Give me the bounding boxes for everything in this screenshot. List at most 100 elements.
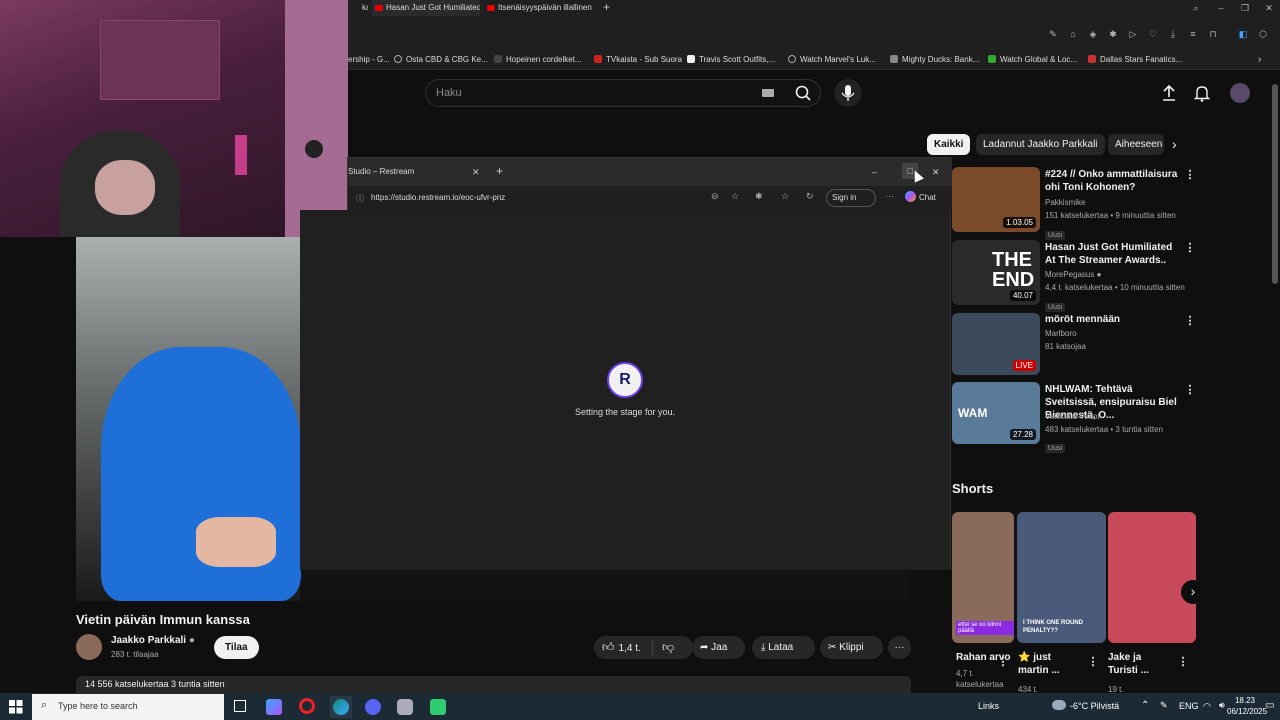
clock-date[interactable]: 06/12/2025 xyxy=(1227,707,1267,716)
taskbar-search-input[interactable]: Type here to search xyxy=(58,701,138,711)
bookmark-item[interactable]: Travis Scott Outfits,... xyxy=(687,50,775,70)
rec-thumbnail[interactable]: 1.03.05 xyxy=(952,167,1040,232)
info-icon[interactable]: ⓘ xyxy=(356,193,364,204)
more-icon[interactable]: ⋮ xyxy=(1177,655,1189,668)
zoom-icon[interactable]: ⊖ xyxy=(711,191,719,202)
search-input[interactable]: Haku xyxy=(436,80,462,106)
home-icon[interactable]: ⌂ xyxy=(1068,29,1078,39)
search-button[interactable] xyxy=(787,79,821,107)
opera-icon[interactable] xyxy=(299,698,315,714)
pen-icon[interactable]: ✎ xyxy=(1160,700,1168,711)
download-icon[interactable]: ⤓ xyxy=(1168,29,1178,39)
download-button[interactable]: ⤓ Lataa xyxy=(752,636,815,659)
short-title[interactable]: ⭐ just martin ... xyxy=(1018,651,1078,677)
browser-tab[interactable]: ka xyxy=(348,0,368,16)
taskbar-search[interactable]: ⌕ Type here to search xyxy=(32,694,224,720)
task-view-icon[interactable] xyxy=(234,700,246,712)
close-icon[interactable]: ✕ xyxy=(1264,3,1274,13)
short-title[interactable]: Jake ja Turisti ... xyxy=(1108,651,1168,677)
volume-icon[interactable]: 🔊︎ xyxy=(1219,700,1225,711)
upload-button[interactable] xyxy=(1160,84,1178,102)
new-tab-button[interactable]: + xyxy=(603,0,610,15)
close-tab-icon[interactable]: ✕ xyxy=(472,164,480,180)
start-button[interactable] xyxy=(9,700,23,714)
extension-icon[interactable]: ✱ xyxy=(755,191,763,202)
like-button[interactable]: 👍︎ 1,4 t. xyxy=(602,636,641,660)
bookmark-item[interactable]: Osta CBD & CBG Ke... xyxy=(394,50,488,70)
rec-channel[interactable]: Veikkaus Vedot xyxy=(1045,410,1100,423)
short-thumbnail[interactable] xyxy=(1108,512,1196,643)
play-icon[interactable]: ▷ xyxy=(1128,29,1138,39)
clip-button[interactable]: ✂ Klippi xyxy=(820,636,883,659)
short-thumbnail[interactable]: I THINK ONE ROUND PENALTY?? xyxy=(1017,512,1106,643)
close-window-icon[interactable]: ✕ xyxy=(932,164,940,180)
new-tab-icon[interactable]: + xyxy=(496,163,503,179)
network-icon[interactable]: ◠ xyxy=(1203,701,1211,712)
bookmark-item[interactable]: Mighty Ducks: Bank... xyxy=(890,50,979,70)
edge-taskbar-item[interactable] xyxy=(330,696,352,718)
rec-channel[interactable]: Pakkismike xyxy=(1045,196,1085,209)
more-icon[interactable]: ⋮ xyxy=(1184,241,1196,254)
keyboard-icon[interactable] xyxy=(762,89,774,97)
restore-icon[interactable]: ❐ xyxy=(1240,3,1250,13)
notifications-button[interactable] xyxy=(1193,84,1211,102)
chip-ladannut[interactable]: Ladannut Jaakko Parkkali xyxy=(976,134,1105,155)
channel-avatar[interactable] xyxy=(76,634,102,660)
rec-thumbnail[interactable]: THE END 40.07 xyxy=(952,240,1040,305)
extension-icon[interactable]: ✱ xyxy=(1108,29,1118,39)
search-bar[interactable]: Haku xyxy=(425,79,821,107)
app-green-icon[interactable] xyxy=(430,699,446,715)
voice-search-button[interactable] xyxy=(834,79,862,107)
bookmark-item[interactable]: Dallas Stars Fanatics... xyxy=(1088,50,1182,70)
browser-tab-hasan[interactable]: Hasan Just Got Humiliated xyxy=(372,0,480,16)
chevron-right-icon[interactable]: › xyxy=(1181,580,1205,604)
channel-name[interactable]: Jaakko Parkkali ● xyxy=(111,635,195,646)
more-actions-button[interactable]: ··· xyxy=(888,636,911,659)
short-thumbnail[interactable]: ettei se oo kiinni päällä xyxy=(952,512,1014,643)
menu-icon[interactable]: ≡ xyxy=(1188,29,1198,39)
subscribe-button[interactable]: Tilaa xyxy=(214,636,259,659)
rec-thumbnail[interactable]: WAM 27.28 xyxy=(952,382,1040,444)
edit-icon[interactable]: ✎ xyxy=(1048,29,1058,39)
more-icon[interactable]: ⋮ xyxy=(1087,655,1099,668)
rec-title[interactable]: #224 // Onko ammattilaisura ohi Toni Koh… xyxy=(1045,168,1180,194)
weather-widget[interactable]: -6°C Pilvistä xyxy=(1070,701,1119,711)
bookmark-item[interactable]: ership - G... xyxy=(348,50,390,70)
description-box[interactable]: 14 556 katselukertaa 3 tuntia sitten xyxy=(76,676,911,693)
rec-title[interactable]: möröt mennään xyxy=(1045,313,1180,326)
bookmark-item[interactable]: Watch Global & Loc... xyxy=(988,50,1077,70)
popup-tab[interactable]: Studio – Restream xyxy=(348,164,484,180)
minimize-icon[interactable]: – xyxy=(872,164,877,180)
more-icon[interactable]: ··· xyxy=(885,191,894,201)
app-icon[interactable] xyxy=(397,699,413,715)
chevron-right-icon[interactable]: › xyxy=(1258,50,1261,70)
rec-thumbnail[interactable]: LIVE xyxy=(952,313,1040,375)
chip-kaikki[interactable]: Kaikki xyxy=(927,134,971,155)
wallet-icon[interactable]: ⬡ xyxy=(1258,29,1268,39)
more-icon[interactable]: ⋮ xyxy=(1184,168,1196,181)
star-icon[interactable]: ☆ xyxy=(731,191,739,202)
bookmark-item[interactable]: TVkaista - Sub Suora xyxy=(594,50,682,70)
search-icon[interactable]: ⌕ xyxy=(1191,3,1201,13)
rec-title[interactable]: Hasan Just Got Humiliated At The Streame… xyxy=(1045,241,1180,267)
chip-aiheeseen[interactable]: Aiheeseen xyxy=(1108,134,1164,155)
history-icon[interactable]: ↻ xyxy=(806,191,814,202)
chevron-right-icon[interactable]: › xyxy=(1172,136,1177,152)
bookmark-item[interactable]: Hopeinen cordelket... xyxy=(494,50,582,70)
chevron-up-icon[interactable]: ⌃ xyxy=(1141,700,1149,711)
avatar[interactable] xyxy=(1230,83,1250,103)
shield-icon[interactable]: ◈ xyxy=(1088,29,1098,39)
rec-channel[interactable]: Marlboro xyxy=(1045,327,1077,340)
chat-button[interactable]: Chat xyxy=(905,191,936,202)
dislike-button[interactable]: 👎︎ xyxy=(662,636,674,659)
bookmark-item[interactable]: Watch Marvel's Luk... xyxy=(788,50,876,70)
notification-center-icon[interactable]: ▭ xyxy=(1265,700,1274,711)
favorites-icon[interactable]: ☆ xyxy=(781,191,789,202)
share-button[interactable]: ➦ Jaa xyxy=(692,636,745,659)
browser-tab-itsenaisyys[interactable]: Itsenäisyyspäivän illallinen xyxy=(484,0,594,16)
discord-icon[interactable] xyxy=(365,699,381,715)
more-icon[interactable]: ⋮ xyxy=(1184,383,1196,396)
language-indicator[interactable]: ENG xyxy=(1179,701,1199,711)
copilot-taskbar-icon[interactable] xyxy=(266,699,282,715)
rec-channel[interactable]: MorePegasus ● xyxy=(1045,268,1101,281)
